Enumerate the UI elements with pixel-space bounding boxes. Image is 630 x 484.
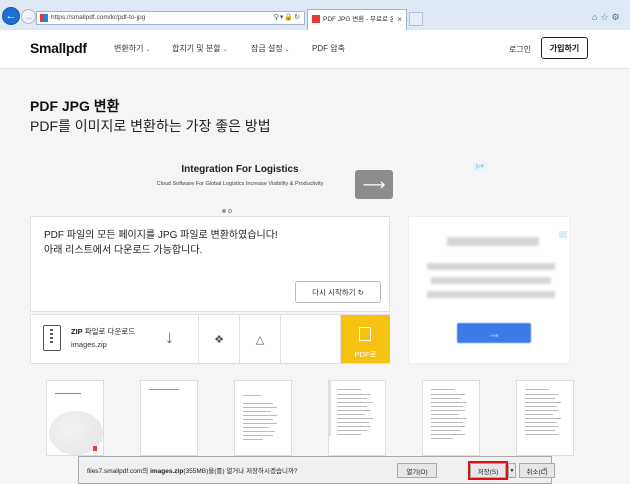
browser-tab[interactable]: PDF JPG 변환 - 무료로 온... × [307,9,407,30]
dropbox-icon[interactable]: ❖ [199,315,240,363]
restart-button[interactable]: 다시 시작하기 ↻ [295,281,381,303]
zip-download-button[interactable]: ZIP 파일로 다운로드 images.zip ↓ [31,315,199,363]
pdf-file-icon [359,327,371,341]
forward-arrow-icon[interactable]: → [21,9,36,24]
back-arrow-icon[interactable]: ← [2,7,20,25]
ad-banner[interactable]: Integration For Logistics Cloud Software… [125,160,490,208]
blurred-ad-text [427,263,555,270]
nav-lock[interactable]: 잠금 설정 ⌄ [251,43,290,54]
ad-dot[interactable] [222,209,226,213]
page-thumbnail[interactable] [328,380,386,456]
download-row: ZIP 파일로 다운로드 images.zip ↓ ❖ △ PDF로 [30,314,390,364]
browser-controls[interactable]: ⌂☆⚙ [592,12,623,23]
close-icon[interactable]: × [397,10,402,29]
nav-merge-split[interactable]: 합치기 및 분할 ⌄ [172,43,228,54]
refresh-icon: ↻ [357,287,364,297]
page-title: PDF JPG 변환 [30,98,120,114]
browser-toolbar: ← → https://smallpdf.com/kr/pdf-to-jpg ⚲… [0,0,630,31]
gear-icon[interactable]: ⚙ [612,12,623,22]
ad-title: Integration For Logistics [181,164,299,175]
login-link[interactable]: 로그인 [509,44,531,55]
nav-convert[interactable]: 변환하기 ⌄ [114,43,150,54]
page-subtitle: PDF를 이미지로 변환하는 가장 좋은 방법 [30,118,271,134]
tab-favicon-icon [312,15,320,23]
page-thumbnail[interactable] [46,380,104,456]
address-bar[interactable]: https://smallpdf.com/kr/pdf-to-jpg ⚲▾🔒↻ [36,11,305,25]
address-bar-icons[interactable]: ⚲▾🔒↻ [274,12,301,24]
share-slot[interactable] [281,315,341,363]
side-ad[interactable]: → [408,216,570,364]
nav-compress[interactable]: PDF 압축 [312,43,345,54]
favorites-star-icon[interactable]: ☆ [600,12,611,22]
blurred-ad-text [427,291,555,298]
ad-subtitle: Cloud Software For Global Logistics Incr… [156,181,324,187]
new-tab-button[interactable] [409,12,423,26]
close-icon[interactable]: × [543,465,548,474]
to-pdf-button[interactable]: PDF로 [341,315,390,363]
signup-button[interactable]: 가입하기 [541,37,588,59]
page-thumbnail[interactable] [140,380,198,456]
site-header: Smallpdf 변환하기 ⌄ 합치기 및 분할 ⌄ 잠금 설정 ⌄ PDF 압축 로… [0,30,630,69]
zip-file-name: images.zip [71,340,107,349]
to-pdf-label: PDF로 [354,350,377,359]
ad-choices-icon[interactable] [559,231,567,238]
zip-download-label: ZIP 파일로 다운로드 [71,327,136,336]
url-text: https://smallpdf.com/kr/pdf-to-jpg [51,14,146,21]
download-prompt-bar: files7.smallpdf.com의 images.zip(355MB)을(… [78,456,555,484]
save-highlight-box [468,461,508,480]
chevron-down-icon: ⌄ [145,47,151,53]
result-message: PDF 파일의 모든 페이지를 JPG 파일로 변환하였습니다! 아래 리스트에… [44,230,278,256]
page-thumbnail[interactable] [422,380,480,456]
zip-file-icon [43,325,61,351]
chevron-down-icon: ⌄ [284,47,290,53]
ad-dot[interactable] [228,209,232,213]
arrow-right-icon[interactable]: ⟶ [355,170,393,199]
google-drive-icon[interactable]: △ [240,315,281,363]
blurred-ad-text [431,277,551,284]
download-arrow-icon[interactable]: ↓ [165,327,174,348]
site-favicon-icon [40,14,48,22]
save-dropdown-icon[interactable]: ▼ [508,463,516,478]
cancel-button[interactable]: 취소(C) [519,463,555,478]
page-thumbnail[interactable] [234,380,292,456]
result-card: PDF 파일의 모든 페이지를 JPG 파일로 변환하였습니다! 아래 리스트에… [30,216,390,312]
page-thumbnail[interactable] [516,380,574,456]
chevron-down-icon: ⌄ [222,47,228,53]
site-logo[interactable]: Smallpdf [30,40,87,56]
blurred-ad-text [447,237,539,246]
download-prompt-message: files7.smallpdf.com의 images.zip(355MB)을(… [87,468,298,475]
ad-choices-icon[interactable]: ▷× [473,163,487,171]
tab-title: PDF JPG 변환 - 무료로 온... [323,16,393,23]
open-button[interactable]: 열기(O) [397,463,437,478]
ad-cta-button[interactable]: → [457,323,531,343]
